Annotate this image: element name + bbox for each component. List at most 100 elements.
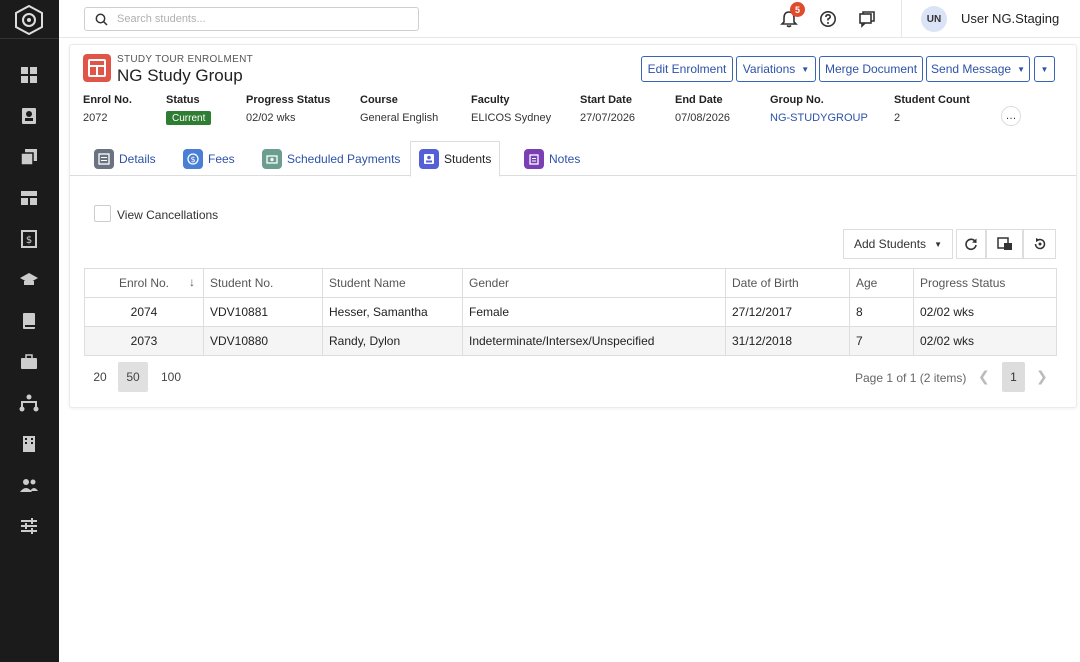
date-of-birth-cell: 27/12/2017	[725, 297, 850, 327]
age-cell: 8	[849, 297, 914, 327]
page-button-current[interactable]: 1	[1002, 362, 1025, 392]
more-actions-dropdown[interactable]: ▼	[1034, 56, 1055, 82]
table-row[interactable]: 2073 VDV10880 Randy, Dylon Indeterminate…	[84, 326, 1057, 356]
faculty-label: Faculty	[471, 94, 510, 106]
search-icon	[95, 13, 108, 26]
page-size-100[interactable]: 100	[154, 362, 188, 392]
page-subtitle: STUDY TOUR ENROLMENT	[117, 54, 254, 65]
dashboard-icon[interactable]	[17, 63, 41, 87]
enrolment-card: STUDY TOUR ENROLMENT NG Study Group Edit…	[69, 44, 1077, 408]
students-table: Enrol No. ↓ Student No. Student Name Gend…	[84, 268, 1057, 356]
top-bar: 5 UN User NG.Staging	[59, 0, 1080, 38]
date-of-birth-cell: 31/12/2018	[725, 326, 850, 356]
student-name-link[interactable]: Randy, Dylon	[322, 326, 463, 356]
group-no-label: Group No.	[770, 94, 824, 106]
book-icon[interactable]	[17, 309, 41, 333]
variations-button[interactable]: Variations ▼	[736, 56, 816, 82]
previous-page-icon[interactable]: ❮	[978, 368, 990, 385]
notifications-bell-icon[interactable]: 5	[778, 2, 805, 30]
documents-icon[interactable]	[17, 145, 41, 169]
export-button[interactable]	[986, 229, 1023, 259]
progress-status-label: Progress Status	[246, 94, 331, 106]
chat-icon[interactable]	[856, 8, 878, 30]
tab-notes[interactable]: Notes	[516, 141, 588, 176]
tab-details[interactable]: Details	[86, 141, 164, 176]
briefcase-icon[interactable]	[17, 350, 41, 374]
column-header-student-name[interactable]: Student Name	[322, 268, 463, 298]
status-badge: Current	[166, 111, 212, 125]
sort-arrow-icon: ↓	[189, 275, 195, 289]
enrol-no-link[interactable]: 2074	[84, 297, 204, 327]
edit-enrolment-button[interactable]: Edit Enrolment	[641, 56, 733, 82]
column-header-age[interactable]: Age	[849, 268, 914, 298]
column-header-date-of-birth[interactable]: Date of Birth	[725, 268, 850, 298]
start-date-label: Start Date	[580, 94, 632, 106]
progress-status-value: 02/02 wks	[246, 112, 296, 124]
enrol-no-link[interactable]: 2073	[84, 326, 204, 356]
sidebar: $	[0, 0, 59, 662]
column-header-progress-status[interactable]: Progress Status	[913, 268, 1057, 298]
column-header-student-no[interactable]: Student No.	[203, 268, 323, 298]
reset-icon	[1034, 238, 1045, 250]
network-icon[interactable]	[17, 391, 41, 415]
group-no-link[interactable]: NG-STUDYGROUP	[770, 112, 868, 124]
page-title: NG Study Group	[117, 66, 243, 85]
refresh-button[interactable]	[956, 229, 986, 259]
help-icon[interactable]	[817, 8, 839, 30]
svg-text:$: $	[26, 235, 32, 246]
enrol-no-label: Enrol No.	[83, 94, 132, 106]
settings-sliders-icon[interactable]	[17, 514, 41, 538]
layout-icon[interactable]	[17, 186, 41, 210]
course-label: Course	[360, 94, 398, 106]
svg-text:$: $	[190, 155, 195, 164]
faculty-value: ELICOS Sydney	[471, 112, 552, 124]
finance-icon[interactable]: $	[17, 227, 41, 251]
student-name-link[interactable]: Hesser, Samantha	[322, 297, 463, 327]
chevron-down-icon: ▼	[934, 239, 942, 249]
page-size-50[interactable]: 50	[118, 362, 148, 392]
column-header-gender[interactable]: Gender	[462, 268, 726, 298]
graduation-cap-icon[interactable]	[17, 268, 41, 292]
next-page-icon[interactable]: ❯	[1036, 368, 1048, 385]
status-label: Status	[166, 94, 200, 106]
tab-fees[interactable]: $ Fees	[175, 141, 243, 176]
pager-info: Page 1 of 1 (2 items)	[855, 371, 967, 385]
gender-cell: Female	[462, 297, 726, 327]
payments-icon	[262, 148, 282, 169]
users-icon[interactable]	[17, 473, 41, 497]
merge-document-button[interactable]: Merge Document	[819, 56, 923, 82]
student-no-link[interactable]: VDV10881	[203, 297, 323, 327]
reset-layout-button[interactable]	[1023, 229, 1056, 259]
app-logo-icon[interactable]	[14, 4, 44, 36]
avatar[interactable]: UN	[921, 6, 947, 32]
notifications-badge: 5	[790, 2, 805, 17]
building-icon[interactable]	[17, 432, 41, 456]
export-icon	[996, 237, 1012, 250]
tab-scheduled-payments[interactable]: Scheduled Payments	[254, 141, 408, 176]
refresh-icon	[965, 238, 977, 251]
student-count-label: Student Count	[894, 94, 970, 106]
search-input[interactable]	[117, 11, 407, 27]
contacts-icon[interactable]	[17, 104, 41, 128]
send-message-button[interactable]: Send Message ▼	[926, 56, 1030, 82]
student-no-link[interactable]: VDV10880	[203, 326, 323, 356]
enrolment-type-icon	[83, 54, 111, 82]
chevron-down-icon: ▼	[1017, 64, 1025, 74]
column-header-enrol-no[interactable]: Enrol No. ↓	[84, 268, 204, 298]
age-cell: 7	[849, 326, 914, 356]
user-name[interactable]: User NG.Staging	[961, 11, 1059, 26]
tab-students[interactable]: Students	[410, 141, 501, 177]
page-size-20[interactable]: 20	[86, 362, 114, 392]
table-header-row: Enrol No. ↓ Student No. Student Name Gend…	[84, 268, 1057, 298]
student-count-value: 2	[894, 112, 901, 124]
view-cancellations-checkbox[interactable]	[94, 205, 111, 222]
notes-icon	[524, 148, 544, 169]
table-row[interactable]: 2074 VDV10881 Hesser, Samantha Female 27…	[84, 297, 1057, 327]
more-details-button[interactable]: …	[1001, 106, 1021, 126]
progress-status-cell: 02/02 wks	[913, 326, 1057, 356]
add-students-button[interactable]: Add Students ▼	[843, 229, 953, 259]
search-box[interactable]	[84, 7, 419, 31]
chevron-down-icon: ▼	[801, 64, 810, 74]
chevron-down-icon: ▼	[1040, 64, 1049, 74]
course-value: General English	[360, 112, 439, 124]
